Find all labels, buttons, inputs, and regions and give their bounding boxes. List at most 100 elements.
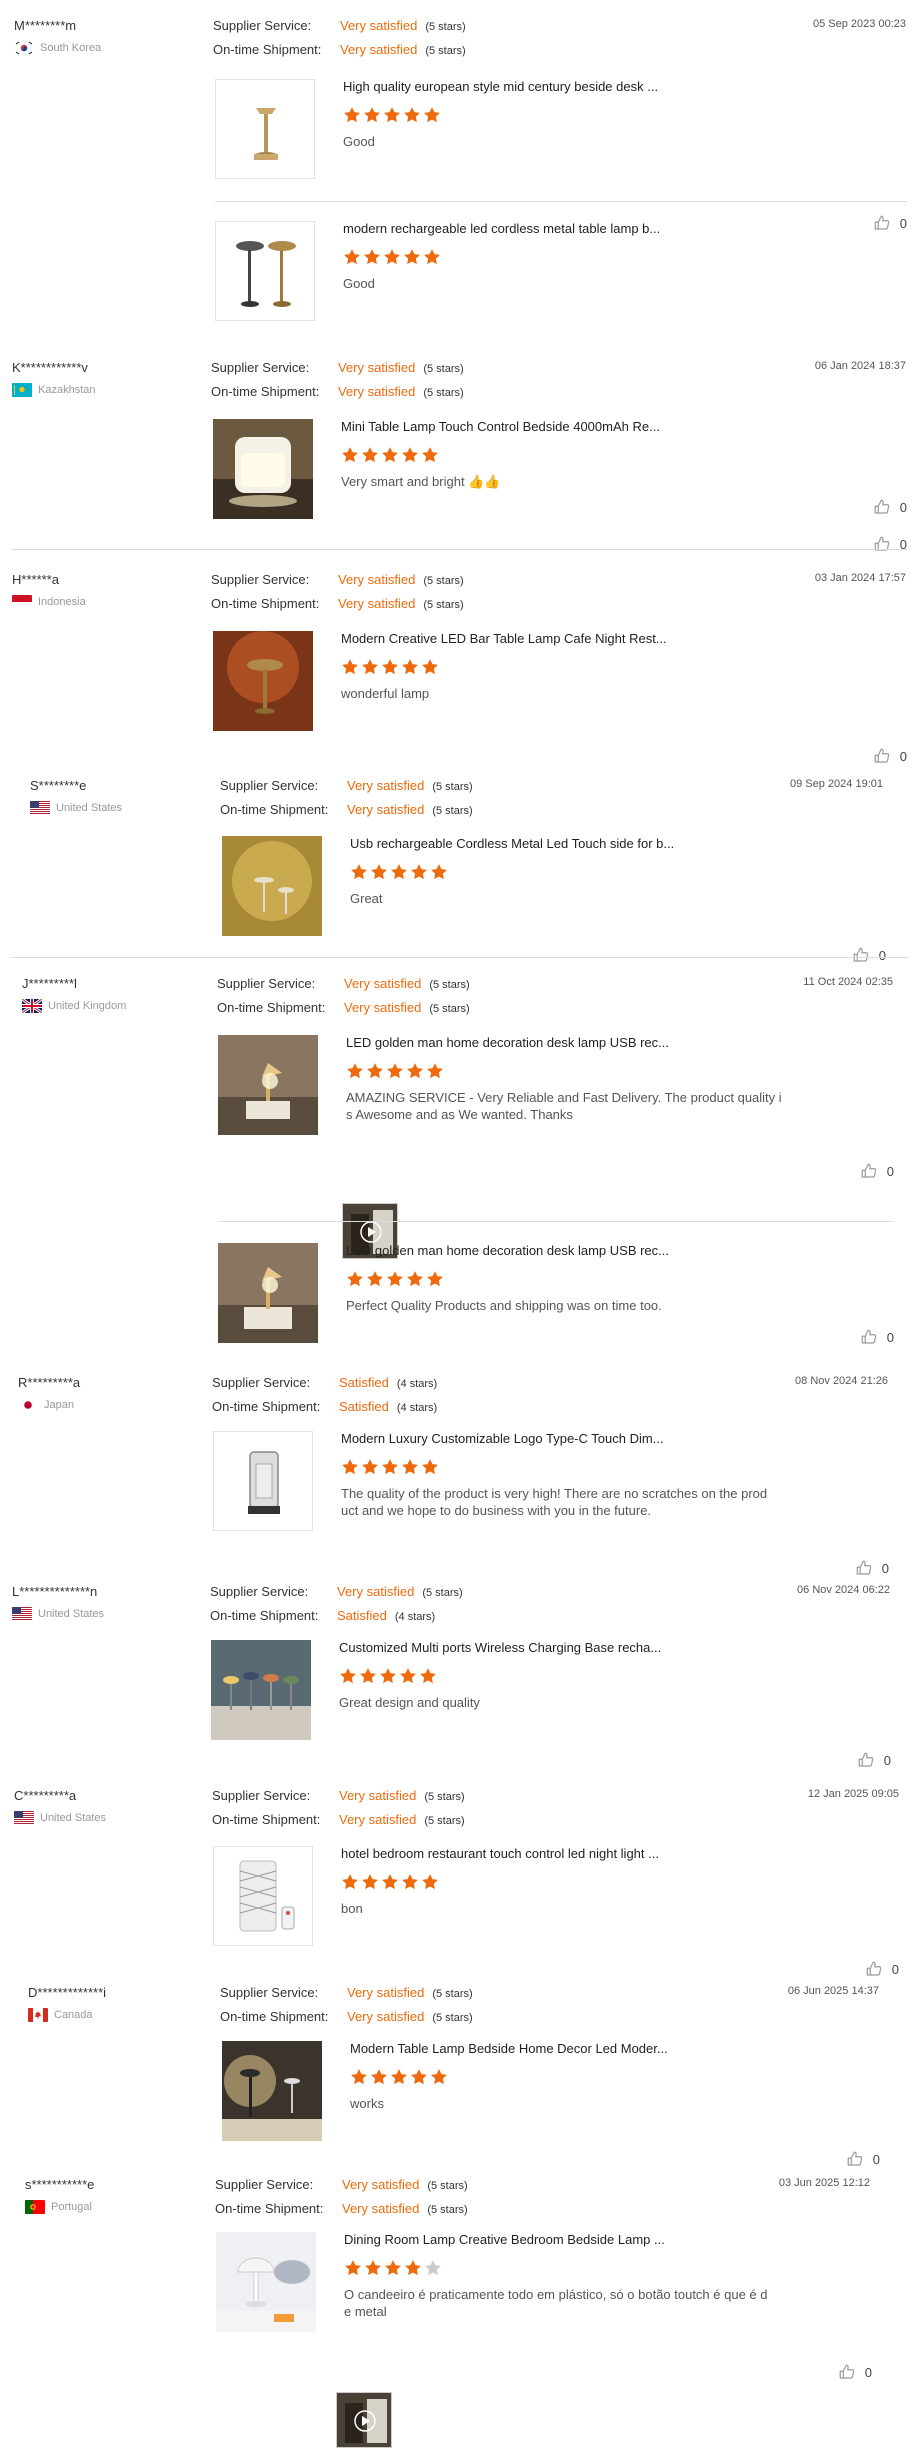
product-title-link[interactable]: Modern Creative LED Bar Table Lamp Cafe … [341, 631, 667, 646]
helpful-button[interactable]: 0 [860, 1162, 894, 1180]
star-filled-icon [362, 1874, 378, 1890]
supplier-service-stars: (5 stars) [429, 979, 470, 991]
product-title-link[interactable]: Dining Room Lamp Creative Bedroom Bedsid… [344, 2232, 665, 2247]
country-flag-icon [22, 999, 42, 1013]
supplier-service-value: Very satisfied [347, 1985, 425, 2000]
product-thumbnail[interactable] [222, 836, 322, 936]
review-text: wonderful lamp [341, 685, 805, 702]
review-divider [218, 1221, 894, 1222]
service-ratings: Supplier Service: Very satisfied (5 stars)… [220, 778, 473, 826]
star-filled-icon [362, 659, 378, 675]
reviewer-info: R*********a Japan [18, 1375, 80, 1412]
product-title-link[interactable]: hotel bedroom restaurant touch control l… [341, 1846, 659, 1861]
ontime-shipment-value: Satisfied [339, 1399, 389, 1414]
product-thumbnail[interactable] [213, 1431, 313, 1531]
helpful-button[interactable]: 0 [855, 1559, 889, 1577]
ontime-shipment-label: On-time Shipment: [210, 1608, 319, 1623]
helpful-button[interactable]: 0 [873, 535, 907, 553]
supplier-service-value: Very satisfied [342, 2177, 420, 2192]
helpful-button[interactable]: 0 [873, 498, 907, 516]
country-flag-icon [14, 1811, 34, 1825]
star-filled-icon [382, 1459, 398, 1475]
supplier-service-row: Supplier Service: Very satisfied (5 stars) [217, 976, 470, 1000]
product-title-link[interactable]: High quality european style mid century … [343, 79, 658, 94]
thumbs-up-icon [866, 1961, 881, 1976]
thumbs-up-icon [856, 1560, 871, 1575]
ontime-shipment-stars: (5 stars) [425, 45, 466, 57]
ontime-shipment-value: Very satisfied [338, 596, 416, 611]
helpful-button[interactable]: 0 [860, 1328, 894, 1346]
ontime-shipment-stars: (5 stars) [432, 2012, 473, 2024]
helpful-button[interactable]: 0 [873, 747, 907, 765]
product-title-link[interactable]: Modern Luxury Customizable Logo Type-C T… [341, 1431, 664, 1446]
star-filled-icon [424, 249, 440, 265]
star-filled-icon [351, 2069, 367, 2085]
reviewer-info: M********m South Korea [14, 18, 101, 55]
star-filled-icon [402, 1874, 418, 1890]
helpful-button[interactable]: 0 [838, 2363, 872, 2381]
star-filled-icon [364, 249, 380, 265]
supplier-service-stars: (5 stars) [423, 363, 464, 375]
supplier-service-row: Supplier Service: Very satisfied (5 stars) [211, 572, 464, 596]
review-text: AMAZING SERVICE - Very Reliable and Fast… [346, 1089, 792, 1123]
product-thumbnail[interactable] [213, 1846, 313, 1946]
product-thumbnail[interactable] [218, 1035, 318, 1135]
product-title-link[interactable]: Modern Table Lamp Bedside Home Decor Led… [350, 2041, 668, 2056]
helpful-button[interactable]: 0 [857, 1751, 891, 1769]
product-title-link[interactable]: modern rechargeable led cordless metal t… [343, 221, 660, 236]
supplier-service-row: Supplier Service: Satisfied (4 stars) [212, 1375, 437, 1399]
star-filled-icon [342, 447, 358, 463]
reviewer-name: S********e [30, 778, 87, 793]
country-name: Kazakhstan [38, 384, 96, 396]
product-thumbnail[interactable] [215, 221, 315, 321]
reviewer-country: United States [12, 1607, 104, 1621]
helpful-button[interactable]: 0 [865, 1960, 899, 1978]
star-filled-icon [407, 1271, 423, 1287]
star-empty-icon [425, 2260, 441, 2276]
star-filled-icon [411, 864, 427, 880]
ontime-shipment-row: On-time Shipment: Very satisfied (5 stars) [215, 2201, 468, 2225]
product-thumbnail[interactable] [216, 2232, 316, 2332]
product-thumbnail[interactable] [211, 1640, 311, 1740]
product-title-link[interactable]: LED golden man home decoration desk lamp… [346, 1035, 669, 1050]
reviewer-name: R*********a [18, 1375, 81, 1390]
star-filled-icon [342, 659, 358, 675]
helpful-button[interactable]: 0 [846, 2150, 880, 2168]
ontime-shipment-value: Very satisfied [347, 2009, 425, 2024]
product-thumbnail[interactable] [215, 79, 315, 179]
reviewer-country: Canada [28, 2008, 106, 2022]
product-title-link[interactable]: Customized Multi ports Wireless Charging… [339, 1640, 661, 1655]
product-thumbnail[interactable] [213, 631, 313, 731]
product-thumbnail[interactable] [213, 419, 313, 519]
ontime-shipment-row: On-time Shipment: Very satisfied (5 stars) [213, 42, 466, 66]
supplier-service-value: Very satisfied [337, 1584, 415, 1599]
review-video-thumbnail[interactable] [336, 2392, 392, 2448]
helpful-button[interactable]: 0 [852, 946, 886, 964]
supplier-service-stars: (5 stars) [432, 781, 473, 793]
review-text: The quality of the product is very high!… [341, 1485, 787, 1519]
reviewer-info: s***********e Portugal [25, 2177, 94, 2214]
ontime-shipment-stars: (5 stars) [423, 387, 464, 399]
star-filled-icon [344, 249, 360, 265]
product-title-link[interactable]: Usb rechargeable Cordless Metal Led Touc… [350, 836, 674, 851]
reviewer-info: S********e United States [30, 778, 122, 815]
helpful-count: 0 [883, 1752, 891, 1768]
reviewer-info: D*************i Canada [28, 1985, 106, 2022]
star-filled-icon [347, 1063, 363, 1079]
review-text: works [350, 2095, 778, 2112]
supplier-service-label: Supplier Service: [213, 18, 312, 33]
product-thumbnail[interactable] [222, 2041, 322, 2141]
ontime-shipment-row: On-time Shipment: Very satisfied (5 stars) [212, 1812, 465, 1836]
product-thumbnail[interactable] [218, 1243, 318, 1343]
star-filled-icon [422, 447, 438, 463]
star-filled-icon [362, 447, 378, 463]
star-filled-icon [420, 1668, 436, 1684]
product-title-link[interactable]: Mini Table Lamp Touch Control Bedside 40… [341, 419, 660, 434]
country-name: United States [38, 1608, 105, 1620]
product-title-link[interactable]: LED golden man home decoration desk lamp… [346, 1243, 669, 1258]
helpful-button[interactable]: 0 [873, 214, 907, 232]
review-text-line: The quality of the product is very high!… [341, 1486, 768, 1501]
supplier-service-value: Very satisfied [340, 18, 418, 33]
supplier-service-row: Supplier Service: Very satisfied (5 stars) [211, 360, 464, 384]
reviewer-country: Indonesia [12, 595, 86, 609]
